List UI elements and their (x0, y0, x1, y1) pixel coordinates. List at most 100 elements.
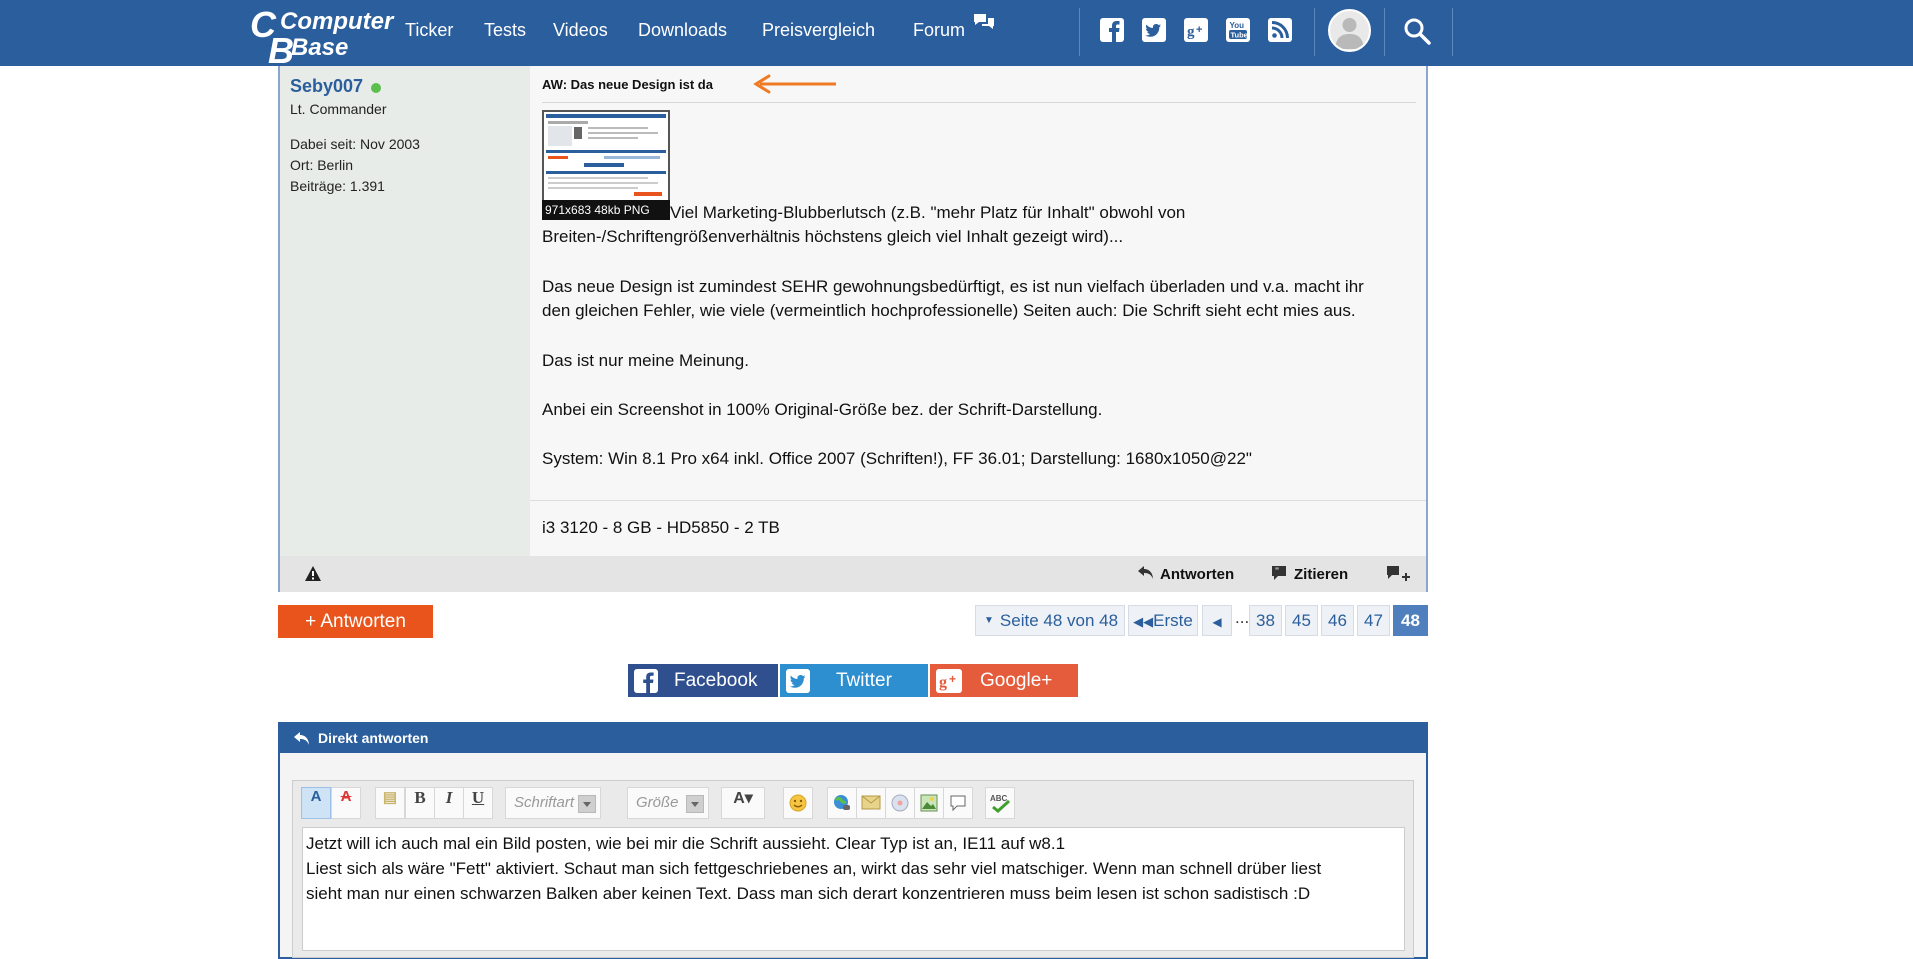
screenshot-preview-image (544, 112, 668, 202)
font-size-placeholder: Größe (636, 794, 679, 811)
font-family-select[interactable]: Schriftart (505, 787, 601, 819)
computerbase-logo[interactable]: C Computer B Base (250, 4, 393, 71)
envelope-icon (861, 795, 881, 810)
svg-text:g: g (939, 674, 947, 691)
first-page-button[interactable]: ◀◀Erste (1128, 605, 1198, 636)
google-plus-icon[interactable]: g + (1183, 17, 1209, 43)
share-google-plus-label: Google+ (980, 670, 1053, 691)
insert-link-icon[interactable] (827, 787, 857, 819)
previous-page-button[interactable]: ◀ (1202, 605, 1232, 636)
divider (1314, 8, 1315, 56)
divider (1452, 8, 1453, 56)
title-divider (542, 102, 1416, 103)
share-google-plus-button[interactable]: g + Google+ (930, 664, 1078, 697)
page-info-dropdown[interactable]: ▼ Seite 48 von 48 (975, 605, 1125, 636)
chevron-down-icon (578, 795, 596, 813)
logo-text-base: Base (291, 34, 349, 61)
media-disc-icon (891, 794, 909, 812)
insert-media-icon[interactable] (885, 787, 915, 819)
youtube-icon[interactable]: You Tube (1225, 17, 1251, 43)
toggle-editor-mode-icon[interactable]: A (301, 787, 331, 819)
page-38[interactable]: 38 (1249, 605, 1282, 636)
pagination-ellipsis: ... (1235, 608, 1250, 627)
nav-videos[interactable]: Videos (553, 20, 608, 41)
twitter-icon (786, 669, 810, 693)
post-text-line: den gleichen Fehler, wie viele (vermeint… (542, 301, 1356, 320)
underline-button[interactable]: U (463, 787, 493, 819)
divider (1079, 8, 1080, 56)
multi-quote-icon[interactable] (1385, 564, 1411, 584)
post-text-line: Das ist nur meine Meinung. (542, 351, 749, 370)
spellcheck-icon[interactable]: ABC (985, 787, 1015, 819)
page-48-current[interactable]: 48 (1393, 605, 1428, 636)
divider (1384, 8, 1385, 56)
direct-reply-panel: Direkt antworten A A ▤ B I U Schriftart … (278, 722, 1428, 959)
font-size-select[interactable]: Größe (627, 787, 709, 819)
abc-check-icon: ABC (990, 794, 1011, 813)
post-text-line: Das neue Design ist zumindest SEHR gewoh… (542, 277, 1364, 296)
svg-text:+: + (949, 672, 956, 686)
italic-button[interactable]: I (434, 787, 464, 819)
search-icon[interactable] (1402, 16, 1432, 46)
twitter-icon[interactable] (1141, 17, 1167, 43)
share-twitter-button[interactable]: Twitter (780, 664, 928, 697)
chevron-down-icon: ▼ (984, 615, 994, 626)
rich-text-editor: A A ▤ B I U Schriftart Größe A▾ ABC Jetz… (292, 780, 1414, 958)
report-warning-icon[interactable] (304, 565, 322, 582)
nav-forum[interactable]: Forum (913, 20, 965, 41)
page-46[interactable]: 46 (1321, 605, 1354, 636)
quote-button[interactable]: Zitieren (1294, 566, 1348, 583)
paste-icon[interactable]: ▤ (375, 787, 405, 819)
speech-bubble-icon (950, 795, 966, 812)
user-joined: Dabei seit: Nov 2003 (290, 136, 420, 152)
logo-text-computer: Computer (280, 8, 394, 35)
chat-bubble-icon (974, 14, 994, 29)
user-avatar[interactable] (1328, 9, 1371, 52)
signature-divider (530, 500, 1426, 501)
nav-tests[interactable]: Tests (484, 20, 526, 41)
insert-quote-icon[interactable] (943, 787, 973, 819)
svg-text:You: You (1230, 21, 1245, 30)
share-facebook-button[interactable]: Facebook (628, 664, 778, 697)
facebook-icon[interactable] (1099, 17, 1125, 43)
svg-text:g: g (1187, 24, 1195, 40)
facebook-icon (634, 669, 658, 693)
reply-textarea[interactable]: Jetzt will ich auch mal ein Bild posten,… (302, 827, 1405, 951)
remove-format-icon[interactable]: A (331, 787, 361, 819)
post-author[interactable]: Seby007 (290, 76, 363, 97)
svg-text:Tube: Tube (1231, 31, 1248, 40)
rss-icon[interactable] (1267, 17, 1293, 43)
user-panel: Seby007 Lt. Commander Dabei seit: Nov 20… (280, 66, 530, 556)
thumbnail-caption: 971x683 48kb PNG (542, 200, 670, 220)
share-facebook-label: Facebook (674, 670, 758, 691)
insert-image-icon[interactable] (914, 787, 944, 819)
google-plus-icon: g + (936, 669, 962, 693)
nav-downloads[interactable]: Downloads (638, 20, 727, 41)
reply-text-line: sieht man nur einen schwarzen Balken abe… (306, 884, 1311, 903)
page-47[interactable]: 47 (1357, 605, 1390, 636)
post-text-line: Anbei ein Screenshot in 100% Original-Gr… (542, 400, 1103, 419)
new-reply-button[interactable]: + Antworten (278, 605, 433, 638)
direct-reply-header: Direkt antworten (280, 724, 1426, 753)
svg-text:": " (1275, 566, 1280, 576)
reply-text-line: Jetzt will ich auch mal ein Bild posten,… (306, 834, 1066, 853)
post-text-line: System: Win 8.1 Pro x64 inkl. Office 200… (542, 449, 1252, 468)
user-post-count: Beiträge: 1.391 (290, 178, 385, 194)
bold-button[interactable]: B (405, 787, 435, 819)
quote-icon: " (1272, 566, 1286, 580)
top-navigation-bar: C Computer B Base Ticker Tests Videos Do… (0, 0, 1913, 71)
arrow-left-icon (753, 74, 836, 94)
smiley-icon[interactable] (783, 787, 813, 819)
online-status-icon (371, 83, 381, 93)
forum-post: Seby007 Lt. Commander Dabei seit: Nov 20… (278, 66, 1428, 592)
text-color-icon[interactable]: A▾ (721, 787, 765, 819)
post-text-line: Breiten-/Schriftengrößenverhältnis höchs… (542, 227, 1124, 246)
page-45[interactable]: 45 (1285, 605, 1318, 636)
reply-button[interactable]: Antworten (1160, 566, 1234, 583)
svg-text:ABC: ABC (990, 794, 1008, 803)
chevron-down-icon (686, 795, 704, 813)
svg-text:+: + (1196, 24, 1202, 36)
nav-preisvergleich[interactable]: Preisvergleich (762, 20, 875, 41)
insert-email-icon[interactable] (856, 787, 886, 819)
nav-ticker[interactable]: Ticker (405, 20, 453, 41)
